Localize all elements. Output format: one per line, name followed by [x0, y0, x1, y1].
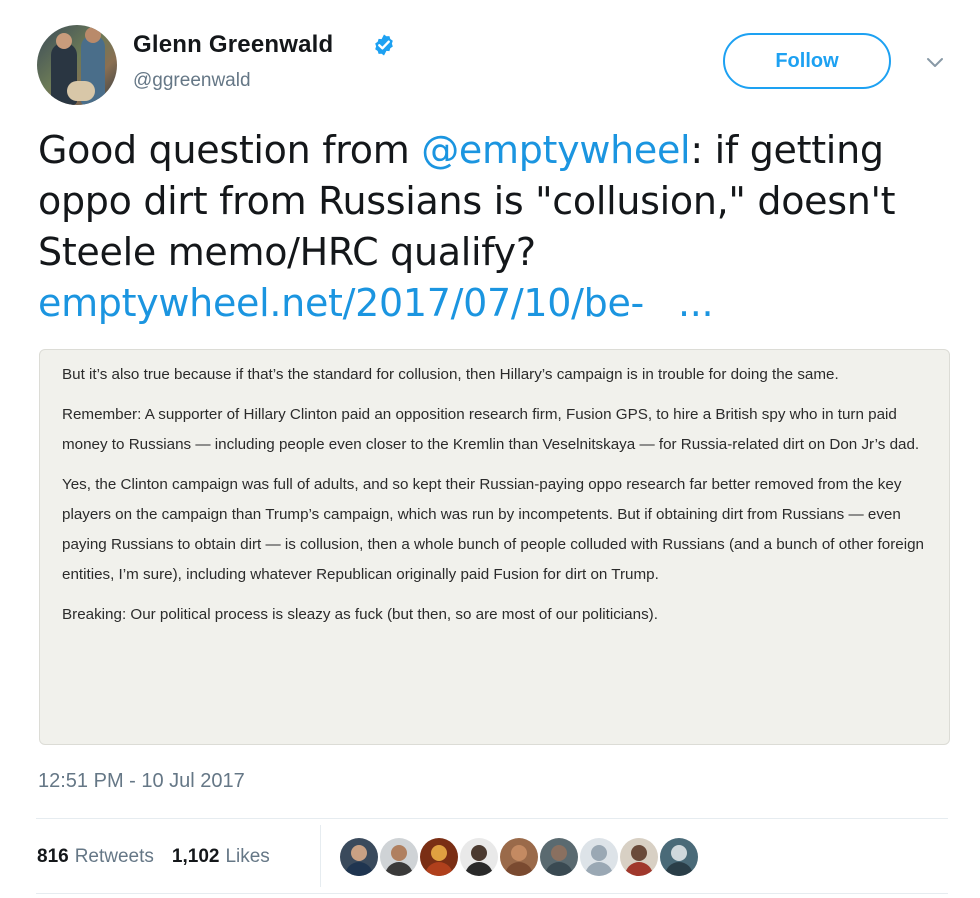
- avatar-body: [465, 862, 493, 876]
- author-name[interactable]: Glenn Greenwald: [133, 31, 333, 59]
- liker-avatar[interactable]: [540, 838, 578, 876]
- quote-paragraph: Yes, the Clinton campaign was full of ad…: [62, 476, 924, 583]
- avatar-face: [391, 845, 407, 861]
- author-handle[interactable]: @ggreenwald: [133, 70, 251, 92]
- likes-label: Likes: [225, 846, 270, 867]
- avatar-body: [585, 862, 613, 876]
- avatar-face: [591, 845, 607, 861]
- avatar-face: [631, 845, 647, 861]
- liker-avatar[interactable]: [420, 838, 458, 876]
- retweets-count: 816: [37, 846, 69, 867]
- liker-avatar[interactable]: [340, 838, 378, 876]
- tweet-text-segment: Good question from: [38, 128, 422, 172]
- avatar-body: [665, 862, 693, 876]
- quote-paragraph: Remember: A supporter of Hillary Clinton…: [62, 406, 920, 453]
- avatar-face: [671, 845, 687, 861]
- liker-avatar[interactable]: [660, 838, 698, 876]
- avatar-face: [551, 845, 567, 861]
- tweet-stats: 816 Retweets 1,102 Likes: [37, 846, 270, 868]
- quoted-text-image[interactable]: But it’s also true because if that’s the…: [39, 349, 950, 745]
- avatar-face: [471, 845, 487, 861]
- mention-link[interactable]: @emptywheel: [421, 128, 690, 172]
- quote-paragraph: Breaking: Our political process is sleaz…: [62, 606, 658, 623]
- author-avatar[interactable]: [37, 25, 117, 105]
- chevron-down-icon[interactable]: [925, 56, 945, 70]
- avatar-body: [625, 862, 653, 876]
- avatar-body: [425, 862, 453, 876]
- liker-avatar[interactable]: [460, 838, 498, 876]
- liker-avatar[interactable]: [620, 838, 658, 876]
- stats-divider: [320, 825, 321, 887]
- avatar-body: [345, 862, 373, 876]
- avatar-face: [431, 845, 447, 861]
- retweets-label: Retweets: [74, 846, 154, 867]
- avatar-figure: [56, 33, 72, 49]
- verified-badge-icon: [375, 34, 393, 56]
- avatar-body: [505, 862, 533, 876]
- divider: [36, 818, 948, 819]
- avatar-figure: [67, 81, 95, 101]
- tweet-text: Good question from @emptywheel: if getti…: [38, 125, 958, 329]
- avatar-face: [511, 845, 527, 861]
- divider: [36, 893, 948, 894]
- retweets-stat[interactable]: 816 Retweets: [37, 846, 154, 868]
- avatar-body: [545, 862, 573, 876]
- link-ellipsis[interactable]: ...: [678, 281, 714, 325]
- liker-avatar[interactable]: [580, 838, 618, 876]
- likes-stat[interactable]: 1,102 Likes: [172, 846, 270, 868]
- liker-avatar[interactable]: [380, 838, 418, 876]
- follow-button[interactable]: Follow: [723, 33, 891, 89]
- liker-avatar[interactable]: [500, 838, 538, 876]
- quote-paragraph: But it’s also true because if that’s the…: [62, 366, 839, 383]
- avatar-body: [385, 862, 413, 876]
- likes-count: 1,102: [171, 846, 220, 867]
- avatar-face: [351, 845, 367, 861]
- article-link[interactable]: emptywheel.net/2017/07/10/be-: [38, 281, 644, 325]
- tweet-timestamp[interactable]: 12:51 PM - 10 Jul 2017: [38, 770, 245, 793]
- avatar-figure: [85, 27, 101, 43]
- liker-avatars: [340, 838, 700, 876]
